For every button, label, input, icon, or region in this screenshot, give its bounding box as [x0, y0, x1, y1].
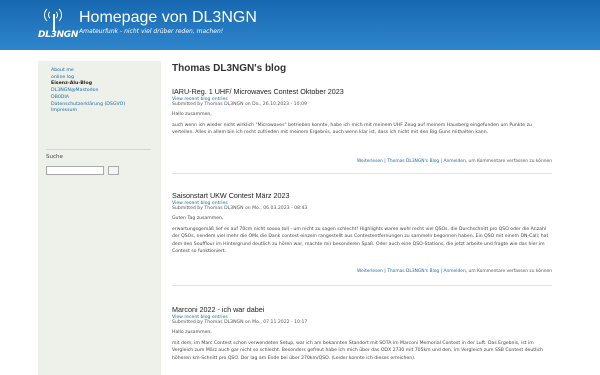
- read-more-link[interactable]: Weiterlesen: [357, 159, 383, 164]
- menu-item-mastodon[interactable]: DL3NGN@Mastodon: [51, 88, 161, 95]
- post-greeting: Guten Tag zusammen,: [172, 216, 224, 221]
- post-title[interactable]: Saisonstart UKW Contest März 2023: [172, 191, 552, 200]
- post-body: mit dem, im Marc Contest schon verwendet…: [172, 341, 544, 361]
- blog-post: Saisonstart UKW Contest März 2023 View r…: [172, 191, 552, 255]
- divider: [172, 173, 552, 174]
- page-title: Thomas DL3NGN's blog: [172, 63, 287, 74]
- post-greeting: Hallo zusammen,: [172, 330, 212, 335]
- divider: [172, 285, 552, 286]
- blog-link[interactable]: Thomas DL3NGN's Blog: [387, 269, 439, 274]
- login-link[interactable]: Anmelden: [443, 159, 465, 164]
- post-greeting: Hallo zusammen,: [172, 112, 212, 117]
- menu-item-db0dia[interactable]: DB0DIA: [51, 95, 161, 102]
- site-header: DL3NGN Homepage von DL3NGN Amateurfunk -…: [0, 0, 600, 50]
- post-submitted: Submitted by Thomas DL3NGN on Mo., 06.03…: [172, 206, 308, 211]
- search-block: Suche: [46, 149, 151, 175]
- post-links: Weiterlesen | Thomas DL3NGN's Blog | Anm…: [356, 269, 552, 274]
- site-name[interactable]: Homepage von DL3NGN: [79, 9, 257, 27]
- post-title[interactable]: IARU-Reg. 1 UHF/ Microwaves Contest Okto…: [172, 87, 552, 96]
- comment-hint: um Kommentare verfassen zu können: [468, 269, 552, 274]
- search-title: Suche: [46, 154, 63, 160]
- site-slogan: Amateurfunk - nicht viel drüber reden, m…: [79, 28, 224, 35]
- blog-post: Marconi 2022 - ich war dabei View recent…: [172, 305, 552, 362]
- post-submitted: Submitted by Thomas DL3NGN on Do., 26.10…: [172, 102, 307, 107]
- search-input[interactable]: [46, 166, 104, 175]
- search-button[interactable]: [108, 166, 119, 175]
- comment-hint: um Kommentare verfassen zu können: [468, 159, 552, 164]
- navigation-menu: About me online log Eisenz-Alu-Blog DL3N…: [38, 61, 161, 115]
- logo-text: DL3NGN: [38, 30, 79, 40]
- post-body: auch wenn ich wieder nicht wirklich "Mic…: [172, 123, 532, 136]
- post-body: erwartungsgemäß lief es auf 70cm nicht s…: [172, 227, 549, 254]
- sidebar: About me online log Eisenz-Alu-Blog DL3N…: [38, 61, 161, 375]
- menu-item-impressum[interactable]: Impressum: [51, 108, 161, 115]
- post-links: Weiterlesen | Thomas DL3NGN's Blog | Anm…: [356, 159, 552, 164]
- post-title[interactable]: Marconi 2022 - ich war dabei: [172, 305, 552, 314]
- read-more-link[interactable]: Weiterlesen: [357, 269, 383, 274]
- menu-item-about-me[interactable]: About me: [51, 68, 161, 75]
- post-submitted: Submitted by Thomas DL3NGN on Mo., 07.11…: [172, 320, 308, 325]
- site-logo[interactable]: DL3NGN: [38, 6, 79, 42]
- blog-post: IARU-Reg. 1 UHF/ Microwaves Contest Okto…: [172, 87, 552, 137]
- blog-link[interactable]: Thomas DL3NGN's Blog: [387, 159, 439, 164]
- login-link[interactable]: Anmelden: [443, 269, 465, 274]
- main-content: Thomas DL3NGN's blog IARU-Reg. 1 UHF/ Mi…: [172, 63, 552, 361]
